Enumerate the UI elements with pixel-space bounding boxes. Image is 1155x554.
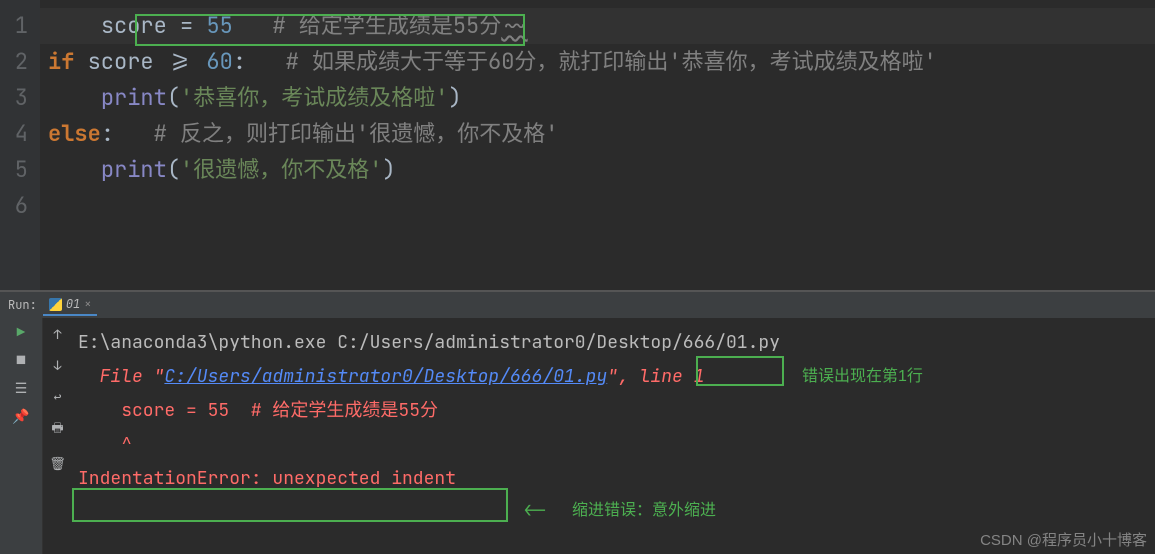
run-tab-label: 01 (66, 296, 80, 312)
code-area[interactable]: score = 55 # 给定学生成绩是55分~~ if score >= 60… (40, 0, 1155, 290)
paren: ( (167, 83, 180, 112)
run-panel: Run: 01 × ▶ ■ ☰ 📌 ↑ ↓ ↩ 🖶 🗑 E:\anaconda3… (0, 292, 1155, 554)
paren: ( (167, 155, 180, 184)
console-output[interactable]: E:\anaconda3\python.exe C:/Users/adminis… (72, 318, 1155, 554)
print-icon[interactable]: 🖶 (51, 419, 63, 441)
identifier: score (101, 11, 167, 40)
console-error-name: IndentationError: unexpected indent (78, 462, 1149, 496)
comment: # 给定学生成绩是55分 (233, 11, 501, 40)
down-icon[interactable]: ↓ (54, 357, 62, 374)
error-line-ref: line 1 (640, 365, 705, 388)
keyword: else (48, 119, 101, 148)
string-literal: '恭喜你，考试成绩及格啦' (180, 83, 448, 112)
error-text: ", (607, 365, 639, 388)
line-number: 1 (0, 8, 28, 44)
line-number: 3 (0, 80, 28, 116)
code-line[interactable] (40, 188, 1155, 224)
paren: ) (448, 83, 461, 112)
warning-squiggle: ~~ (501, 11, 527, 40)
wrap-icon[interactable]: ↩ (54, 388, 62, 405)
comment: # 如果成绩大于等于60分，就打印输出'恭喜你，考试成绩及格啦' (246, 47, 937, 76)
function-call: print (101, 155, 167, 184)
colon: : (233, 47, 246, 76)
function-call: print (101, 83, 167, 112)
paren: ) (382, 155, 395, 184)
play-icon[interactable]: ▶ (12, 324, 30, 342)
comment: # 反之，则打印输出'很遗憾，你不及格' (114, 119, 558, 148)
code-line[interactable]: if score >= 60: # 如果成绩大于等于60分，就打印输出'恭喜你，… (40, 44, 1155, 80)
annotation-text: 缩进错误：意外缩进 (572, 494, 716, 528)
line-number: 6 (0, 188, 28, 224)
annotation-text: 错误出现在第1行 (802, 360, 923, 394)
up-icon[interactable]: ↑ (54, 326, 62, 343)
run-toolbar-left: ▶ ■ ☰ 📌 (0, 318, 42, 554)
console-line: File "C:/Users/administrator0/Desktop/66… (78, 360, 1149, 394)
code-line[interactable]: print('恭喜你，考试成绩及格啦') (40, 80, 1155, 116)
code-editor: 1 2 3 4 5 6 score = 55 # 给定学生成绩是55分~~ if… (0, 0, 1155, 290)
arrow-icon: ⟵ (524, 494, 546, 528)
code-line[interactable]: else: # 反之，则打印输出'很遗憾，你不及格' (40, 116, 1155, 152)
run-label: Run: (8, 297, 37, 313)
trash-icon[interactable]: 🗑 (49, 455, 66, 472)
keyword: if (48, 47, 74, 76)
line-number: 2 (0, 44, 28, 80)
stop-icon[interactable]: ■ (12, 352, 30, 370)
python-icon (49, 298, 62, 311)
run-tab[interactable]: 01 × (43, 294, 98, 316)
run-toolbar-inner: ↑ ↓ ↩ 🖶 🗑 (42, 318, 72, 554)
identifier: score (74, 47, 166, 76)
run-header: Run: 01 × (0, 292, 1155, 318)
operator: = (167, 11, 207, 40)
close-icon[interactable]: × (84, 296, 91, 312)
line-number-gutter: 1 2 3 4 5 6 (0, 0, 40, 290)
layout-icon[interactable]: ☰ (12, 380, 30, 398)
code-line[interactable]: print('很遗憾，你不及格') (40, 152, 1155, 188)
file-link[interactable]: C:/Users/administrator0/Desktop/666/01.p… (164, 365, 607, 388)
operator: >= (167, 47, 207, 76)
code-line[interactable]: score = 55 # 给定学生成绩是55分~~ (40, 8, 1155, 44)
console-line: score = 55 # 给定学生成绩是55分 (78, 394, 1149, 428)
number-literal: 55 (206, 11, 232, 40)
colon: : (101, 119, 114, 148)
number-literal: 60 (206, 47, 232, 76)
console-line: E:\anaconda3\python.exe C:/Users/adminis… (78, 326, 1149, 360)
line-number: 5 (0, 152, 28, 188)
string-literal: '很遗憾，你不及格' (180, 155, 382, 184)
error-text: File " (78, 365, 164, 388)
watermark: CSDN @程序员小十博客 (980, 529, 1147, 550)
line-number: 4 (0, 116, 28, 152)
pin-icon[interactable]: 📌 (12, 408, 30, 426)
run-body: ▶ ■ ☰ 📌 ↑ ↓ ↩ 🖶 🗑 E:\anaconda3\python.ex… (0, 318, 1155, 554)
console-line: ^ (78, 428, 1149, 462)
